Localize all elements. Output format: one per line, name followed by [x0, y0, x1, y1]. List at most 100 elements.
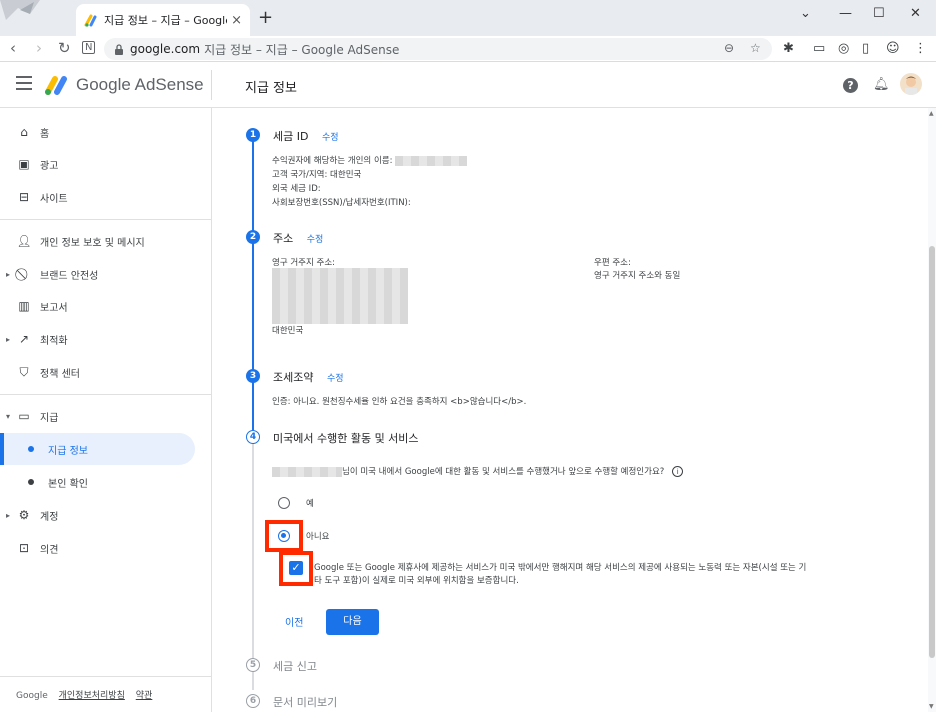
maximize-button[interactable]: ☐	[873, 6, 885, 21]
sidebar-item-label: 홈	[40, 128, 50, 140]
home-icon: ⌂	[20, 125, 28, 139]
url-path: 지급 정보 – 지급 – Google AdSense	[204, 42, 400, 57]
certify-checkbox[interactable]: ✓	[289, 561, 303, 575]
scroll-up-icon[interactable]: ▲	[929, 110, 934, 117]
main-content: 1 세금 ID 수정 수익권자에 해당하는 개인의 이름: 고객 국가/지역: …	[213, 108, 924, 712]
block-icon: ⃠	[16, 266, 32, 282]
sidebar-item-home[interactable]: ⌂ 홈	[0, 116, 211, 148]
expand-caret-icon[interactable]: ▸	[6, 335, 10, 344]
sidebar-item-ads[interactable]: ▣ 광고	[0, 148, 211, 180]
tax-treaty-status: 인증: 아니요. 원천징수세율 인하 요건을 충족하지 <b>않습니다</b>.	[272, 397, 527, 407]
notion-ext-icon[interactable]: N	[82, 41, 96, 54]
tax-country: 고객 국가/지역: 대한민국	[272, 170, 362, 180]
scrollbar-thumb[interactable]	[929, 246, 935, 658]
lock-icon	[115, 43, 123, 55]
sidebar-item-policy-center[interactable]: ⛉ 정책 센터	[0, 356, 211, 388]
browser-tab-active[interactable]: 지급 정보 – 지급 – Google AdSense ×	[76, 4, 250, 36]
expand-caret-icon[interactable]: ▸	[6, 511, 10, 520]
forward-icon[interactable]: ›	[36, 39, 42, 57]
step-2-badge: 2	[246, 230, 260, 244]
extensions-icon[interactable]: ✱	[783, 41, 794, 56]
cast-icon[interactable]: ▭	[813, 41, 825, 56]
sidebar-item-label: 지급	[40, 412, 59, 424]
radio-no-label: 아니요	[306, 532, 330, 542]
avatar-face-icon	[905, 76, 917, 95]
sidebar-item-account[interactable]: ▸ ⚙ 계정	[0, 499, 211, 531]
url-bar[interactable]: google.com 지급 정보 – 지급 – Google AdSense	[104, 38, 772, 60]
permanent-address-country: 대한민국	[272, 326, 304, 336]
sidebar-item-payment-info[interactable]: 지급 정보	[0, 433, 195, 465]
step-3-edit-link[interactable]: 수정	[327, 374, 344, 384]
sidebar-item-identity-verification[interactable]: 본인 확인	[0, 466, 211, 498]
close-tab-icon[interactable]: ×	[231, 13, 242, 28]
step-3-title: 조세조약	[273, 371, 314, 384]
address-bar-row: ‹ › ↻ N google.com 지급 정보 – 지급 – Google A…	[0, 36, 936, 62]
info-icon[interactable]: i	[672, 466, 684, 477]
payments-icon: ▭	[18, 409, 30, 423]
us-activity-question: 님이 미국 내에서 Google에 대한 활동 및 서비스를 수행했거나 앞으로…	[272, 465, 684, 477]
tab-search-icon[interactable]: ⌄	[800, 6, 811, 21]
question-text: 님이 미국 내에서 Google에 대한 활동 및 서비스를 수행했거나 앞으로…	[342, 467, 665, 477]
sidebar-divider	[0, 394, 211, 395]
radio-yes[interactable]	[278, 497, 290, 509]
step-2-edit-link[interactable]: 수정	[307, 235, 324, 245]
page-scrollbar[interactable]: ▲ ▼	[928, 108, 936, 712]
sidebar-divider	[0, 676, 211, 677]
step-4-badge: 4	[246, 430, 260, 444]
menu-kebab-icon[interactable]: ⋮	[914, 41, 927, 56]
sidebar-item-label: 지급 정보	[48, 445, 88, 457]
bullet-icon	[28, 446, 34, 452]
redacted-address	[272, 268, 408, 324]
sidebar-item-brand-safety[interactable]: ▸ ⃠ 브랜드 안전성	[0, 258, 211, 290]
new-tab-button[interactable]: +	[258, 9, 273, 27]
profile-icon[interactable]: ☺	[886, 41, 900, 56]
step-6-badge: 6	[246, 694, 260, 708]
expand-caret-icon[interactable]: ▸	[6, 270, 10, 279]
collapse-caret-icon[interactable]: ▾	[6, 412, 10, 421]
sidebar-item-label: 의견	[40, 544, 59, 556]
sidebar-item-optimize[interactable]: ▸ ↗ 최적화	[0, 323, 211, 355]
bookmark-star-icon[interactable]: ☆	[750, 41, 761, 55]
header-divider	[211, 70, 212, 100]
step-4-title: 미국에서 수행한 활동 및 서비스	[273, 432, 419, 445]
sidebar-item-sites[interactable]: ⊟ 사이트	[0, 181, 211, 213]
reload-icon[interactable]: ↻	[58, 39, 71, 57]
radio-yes-label: 예	[306, 499, 314, 509]
radio-no[interactable]	[278, 530, 290, 542]
close-window-button[interactable]: ✕	[910, 6, 921, 21]
zoom-icon[interactable]: ⊖	[724, 41, 734, 55]
reports-icon: ▥	[18, 299, 30, 313]
sidepanel-icon[interactable]: ▯	[862, 41, 869, 56]
previous-button[interactable]: 이전	[285, 614, 303, 629]
step-1-edit-link[interactable]: 수정	[322, 133, 339, 143]
sidebar-item-reports[interactable]: ▥ 보고서	[0, 290, 211, 322]
sidebar: ⌂ 홈 ▣ 광고 ⊟ 사이트 👤︎ 개인 정보 보호 및 메시지 ▸ ⃠ 브랜드…	[0, 108, 212, 712]
adsense-header: Google AdSense 지급 정보 ? 🔔︎	[0, 62, 936, 108]
privacy-policy-link[interactable]: 개인정보처리방침	[59, 691, 125, 701]
sidebar-item-feedback[interactable]: ⊡ 의견	[0, 532, 211, 564]
sidebar-item-label: 개인 정보 보호 및 메시지	[40, 237, 145, 249]
browser-theme-decoration	[0, 0, 40, 20]
sidebar-divider	[0, 219, 211, 220]
browser-tab-bar: 지급 정보 – 지급 – Google AdSense × + ⌄ — ☐ ✕	[0, 0, 936, 36]
scroll-down-icon[interactable]: ▼	[929, 703, 934, 710]
sidebar-item-payments[interactable]: ▾ ▭ 지급	[0, 400, 211, 432]
sites-icon: ⊟	[18, 190, 30, 204]
sidebar-footer: Google 개인정보처리방침 약관	[16, 688, 152, 701]
step-1-badge: 1	[246, 128, 260, 142]
bullet-icon	[28, 479, 34, 485]
permanent-address-label: 영구 거주지 주소:	[272, 258, 336, 268]
notifications-bell-icon[interactable]: 🔔︎	[873, 77, 890, 92]
avatar[interactable]	[900, 73, 922, 95]
step-2-title: 주소	[273, 232, 294, 245]
help-icon[interactable]: ?	[843, 78, 858, 93]
hamburger-menu-icon[interactable]	[16, 76, 32, 90]
sidebar-item-privacy[interactable]: 👤︎ 개인 정보 보호 및 메시지	[0, 225, 211, 257]
minimize-button[interactable]: —	[839, 6, 852, 21]
next-button[interactable]: 다음	[326, 609, 379, 635]
screenshot-icon[interactable]: ◎	[838, 41, 849, 56]
adsense-favicon-icon	[84, 14, 97, 27]
footer-brand: Google	[16, 691, 48, 701]
terms-link[interactable]: 약관	[136, 691, 153, 701]
back-icon[interactable]: ‹	[10, 39, 16, 57]
